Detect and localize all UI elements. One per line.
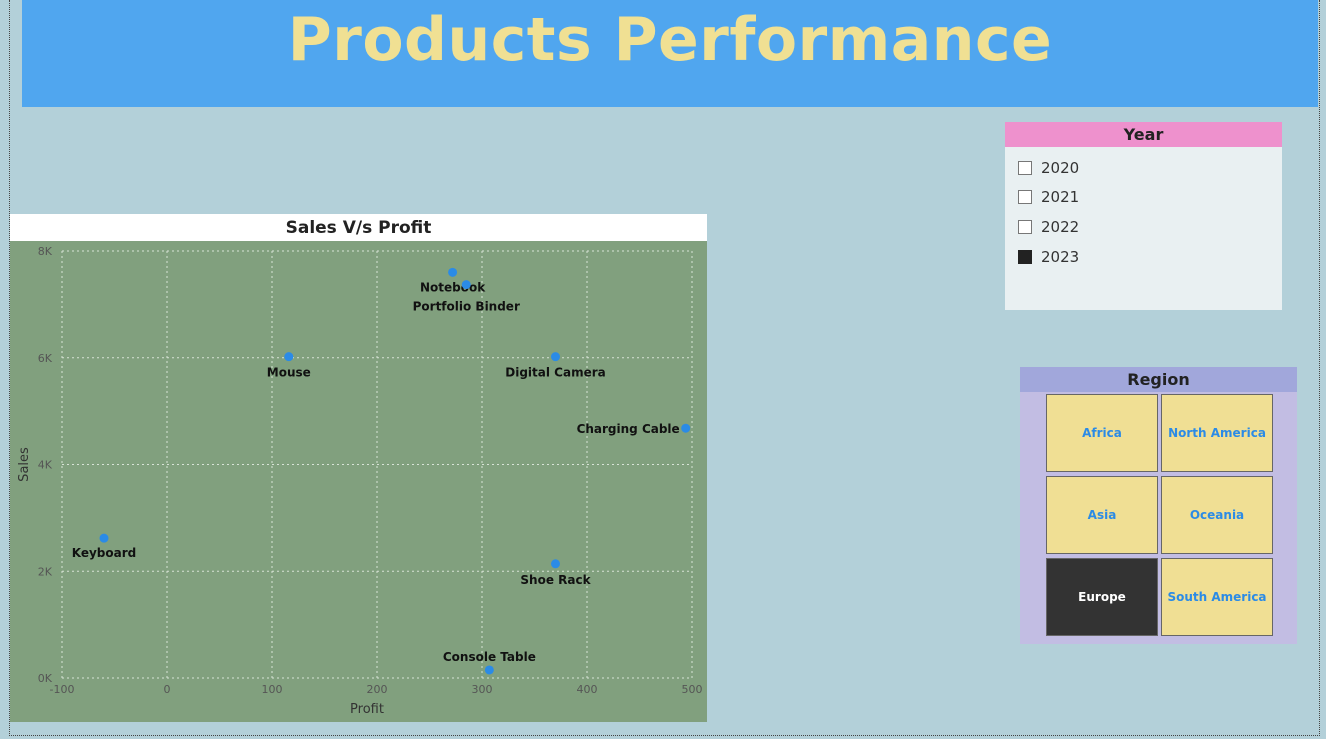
checkbox-icon[interactable] [1018, 249, 1032, 264]
data-point[interactable] [284, 352, 294, 362]
year-option-label: 2021 [1041, 188, 1080, 207]
data-point-label: Console Table [443, 650, 536, 664]
year-option-label: 2022 [1041, 217, 1080, 236]
year-slicer: Year 2020 2021 2022 2023 [1005, 122, 1282, 310]
year-option-label: 2023 [1041, 247, 1080, 266]
checkbox-icon[interactable] [1018, 160, 1032, 175]
year-option-label: 2020 [1041, 158, 1080, 177]
region-slicer-header: Region [1020, 367, 1297, 392]
checkbox-icon[interactable] [1018, 190, 1032, 205]
year-option-2023[interactable]: 2023 [1005, 242, 1282, 272]
x-tick-label: 500 [682, 683, 703, 696]
data-point-label: Keyboard [72, 546, 137, 560]
x-tick-label: -100 [50, 683, 75, 696]
title-banner: Products Performance [22, 0, 1318, 107]
year-option-2020[interactable]: 2020 [1005, 153, 1282, 183]
region-tile-europe[interactable]: Europe [1046, 558, 1158, 636]
data-point-label: Notebook [420, 280, 486, 294]
year-slicer-list: 2020 2021 2022 2023 [1005, 147, 1282, 271]
data-point[interactable] [551, 559, 560, 569]
sales-profit-scatter-chart[interactable]: Sales V/s Profit -100 0 100 200 300 400 500 0K 2… [10, 214, 707, 722]
data-point[interactable] [484, 665, 494, 675]
y-axis-title: Sales [17, 447, 32, 482]
region-tile-asia[interactable]: Asia [1046, 476, 1158, 554]
data-point[interactable] [681, 423, 691, 433]
data-point[interactable] [551, 352, 560, 362]
y-tick-label: 6K [38, 352, 53, 365]
x-tick-label: 0 [164, 683, 171, 696]
x-tick-label: 300 [472, 683, 493, 696]
data-point[interactable] [448, 267, 458, 277]
year-slicer-header: Year [1005, 122, 1282, 147]
year-option-2021[interactable]: 2021 [1005, 183, 1282, 213]
data-point-label: Charging Cable [577, 422, 680, 436]
x-tick-label: 400 [577, 683, 598, 696]
y-tick-label: 2K [38, 565, 53, 578]
y-tick-label: 0K [38, 672, 53, 685]
data-point[interactable] [461, 280, 471, 290]
data-point[interactable] [99, 533, 109, 543]
region-tile-oceania[interactable]: Oceania [1161, 476, 1273, 554]
y-tick-label: 8K [38, 245, 53, 258]
region-slicer: Region Africa North America Asia Oceania Eur… [1020, 367, 1297, 644]
y-tick-label: 4K [38, 459, 53, 472]
x-tick-label: 200 [367, 683, 388, 696]
data-point-label: Shoe Rack [520, 573, 591, 587]
region-tile-africa[interactable]: Africa [1046, 394, 1158, 472]
checkbox-icon[interactable] [1018, 219, 1032, 234]
data-point-label: Mouse [267, 366, 311, 380]
scatter-svg[interactable]: -100 0 100 200 300 400 500 0K 2K 4K 6K 8K Profit Sale… [10, 214, 707, 722]
region-tile-south-america[interactable]: South America [1161, 558, 1273, 636]
year-option-2022[interactable]: 2022 [1005, 212, 1282, 242]
x-tick-label: 100 [262, 683, 283, 696]
page-title: Products Performance [287, 5, 1053, 75]
data-point-label: Digital Camera [505, 366, 605, 380]
x-axis-title: Profit [350, 702, 384, 717]
data-point-label: Portfolio Binder [413, 300, 520, 314]
region-tile-north-america[interactable]: North America [1161, 394, 1273, 472]
left-spacer [10, 0, 22, 107]
region-tile-grid: Africa North America Asia Oceania Europe Sout… [1046, 394, 1273, 636]
